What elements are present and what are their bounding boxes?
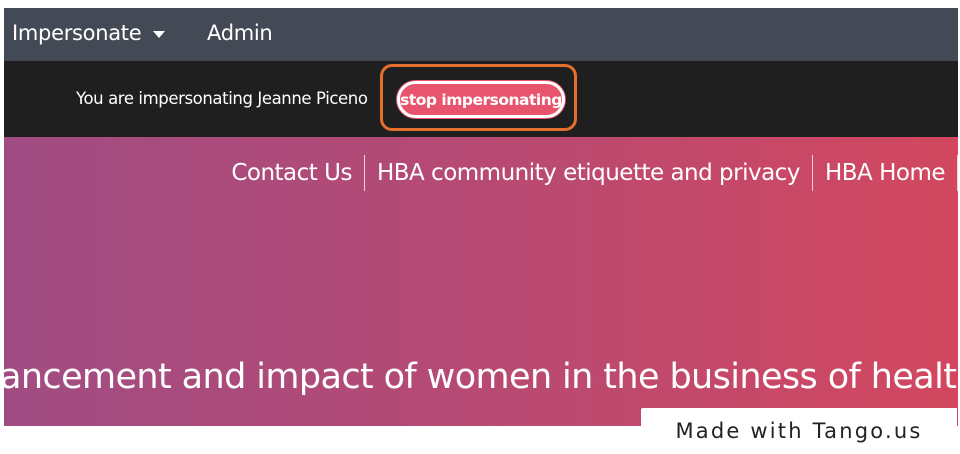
impersonate-label: Impersonate — [12, 21, 142, 45]
caret-down-icon — [153, 30, 166, 38]
hero-nav-links: Contact Us HBA community etiquette and p… — [219, 153, 958, 193]
admin-top-nav: Impersonate Admin — [4, 8, 958, 61]
etiquette-privacy-link[interactable]: HBA community etiquette and privacy — [365, 160, 812, 186]
page: Impersonate Admin You are impersonating … — [4, 8, 958, 454]
hero-banner: Contact Us HBA community etiquette and p… — [4, 137, 958, 426]
hero-tagline: ancement and impact of women in the busi… — [4, 357, 958, 397]
link-divider — [957, 155, 958, 191]
hba-home-link[interactable]: HBA Home — [813, 160, 957, 186]
impersonation-bar: You are impersonating Jeanne Piceno stop… — [4, 61, 958, 137]
impersonate-dropdown[interactable]: Impersonate — [12, 21, 166, 45]
admin-link[interactable]: Admin — [207, 21, 273, 45]
contact-us-link[interactable]: Contact Us — [219, 160, 364, 186]
stop-impersonating-button[interactable]: stop impersonating — [397, 81, 565, 118]
tango-watermark: Made with Tango.us — [641, 408, 957, 454]
impersonation-status-text: You are impersonating Jeanne Piceno — [76, 89, 368, 108]
